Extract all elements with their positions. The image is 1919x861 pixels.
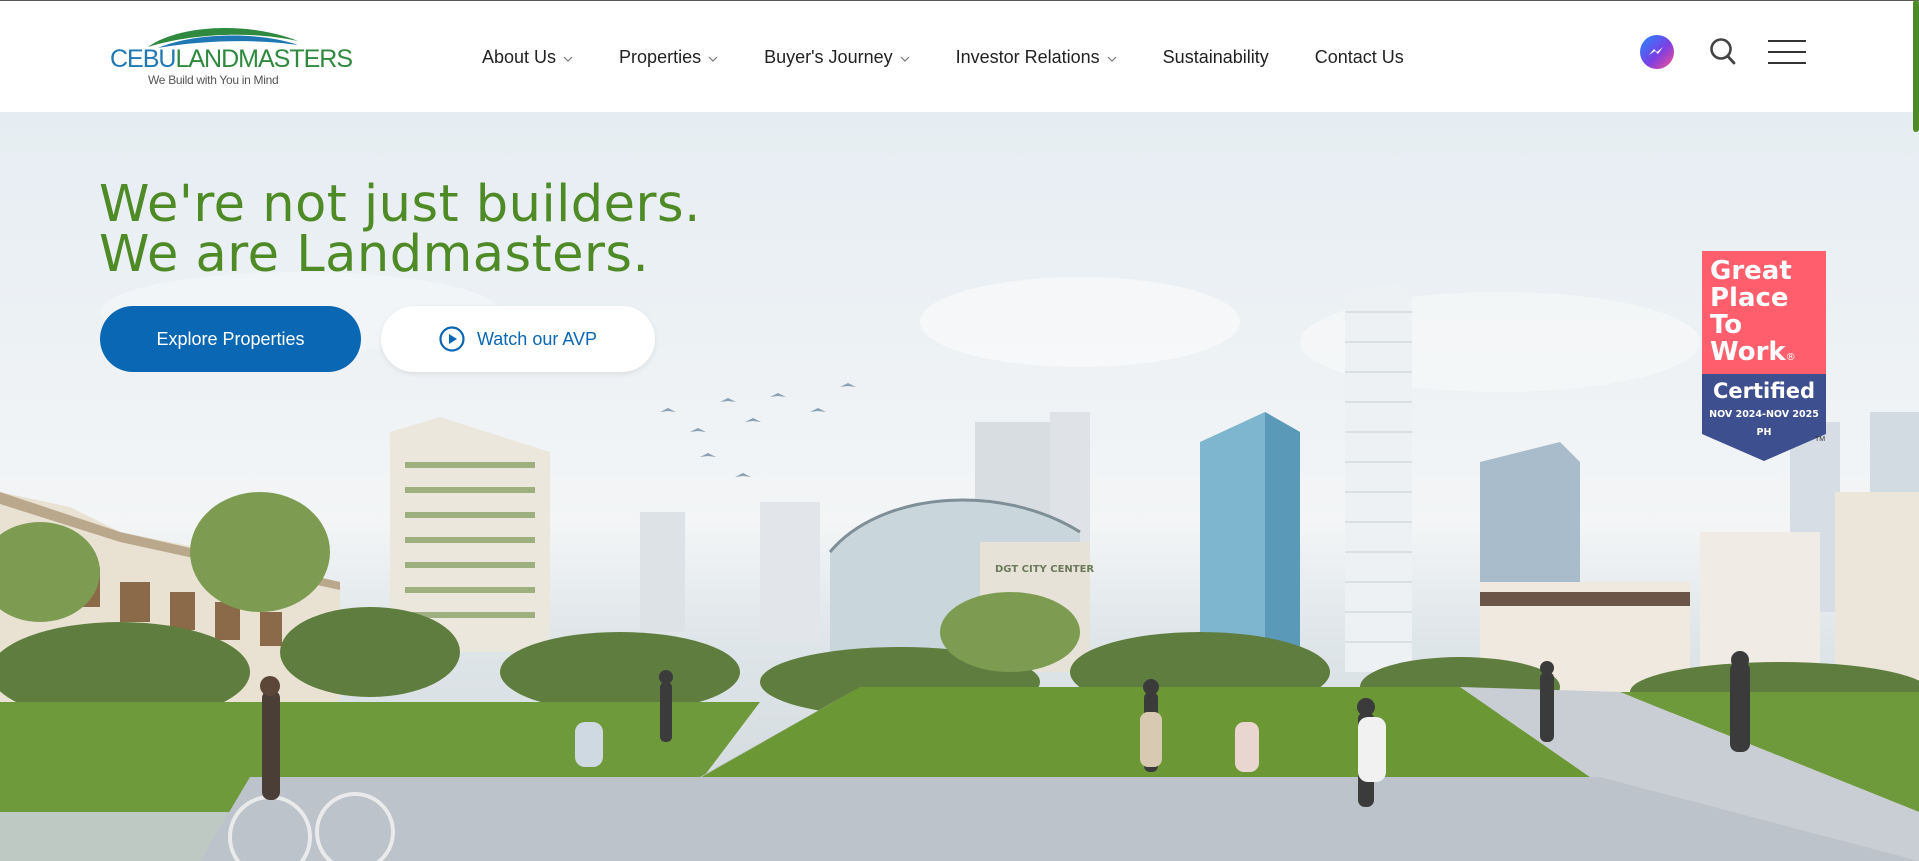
nav-investor-relations-label: Investor Relations (955, 46, 1100, 67)
badge-line-to: To (1710, 310, 1743, 340)
cebu-landmasters-logo[interactable]: CEBULANDMASTERS We Build with You in Min… (108, 23, 353, 89)
hero-headline-line2: We are Landmasters. (99, 225, 650, 284)
chevron-down-icon (900, 47, 910, 68)
great-place-to-work-badge[interactable]: Great Place To Work® Certified NOV 2024-… (1702, 251, 1826, 461)
page-scrollbar[interactable] (1913, 0, 1919, 861)
logo-wordmark: CEBULANDMASTERS (110, 45, 353, 74)
logo-tagline: We Build with You in Mind (148, 73, 279, 87)
building-sign: DGT CITY CENTER (995, 564, 1094, 575)
nav-properties-label: Properties (619, 46, 702, 67)
site-header: CEBULANDMASTERS We Build with You in Min… (0, 0, 1919, 112)
scrollbar-thumb[interactable] (1913, 0, 1919, 132)
nav-sustainability-label: Sustainability (1162, 46, 1269, 67)
hero-banner: DGT CITY CENTER We're not just builders.… (0, 112, 1919, 861)
nav-about-us-label: About Us (482, 46, 557, 67)
hamburger-menu-icon[interactable] (1768, 38, 1806, 66)
nav-properties[interactable]: Properties (619, 47, 718, 68)
menu-line (1768, 51, 1806, 53)
nav-sustainability[interactable]: Sustainability (1163, 47, 1269, 68)
messenger-icon[interactable] (1640, 35, 1674, 69)
nav-about-us[interactable]: About Us (482, 47, 573, 68)
chevron-down-icon (1107, 47, 1117, 68)
nav-contact-us-label: Contact Us (1314, 46, 1404, 67)
logo-word-landmasters: LANDMASTERS (175, 45, 353, 73)
nav-buyers-journey[interactable]: Buyer's Journey (764, 47, 910, 68)
badge-line-work: Work (1710, 337, 1786, 367)
badge-certified: Certified (1712, 379, 1816, 403)
nav-investor-relations[interactable]: Investor Relations (956, 47, 1117, 68)
main-navigation: About Us Properties Buyer's Journey Inve… (482, 1, 1404, 113)
nav-contact-us[interactable]: Contact Us (1315, 47, 1404, 68)
menu-line (1768, 62, 1806, 64)
explore-properties-button[interactable]: Explore Properties (100, 306, 361, 372)
badge-trademark: TM (1815, 436, 1826, 443)
explore-properties-label: Explore Properties (156, 328, 305, 349)
menu-line (1768, 40, 1806, 42)
chevron-down-icon (708, 47, 718, 68)
watch-avp-button[interactable]: Watch our AVP (381, 306, 655, 372)
hero-headline-line1: We're not just builders. (99, 175, 701, 234)
badge-line-place: Place (1710, 283, 1789, 313)
badge-country: PH (1756, 427, 1772, 438)
search-icon[interactable] (1709, 37, 1737, 67)
badge-title: Great Place To Work® (1702, 251, 1826, 374)
badge-registered-mark: ® (1785, 352, 1796, 363)
badge-dates: NOV 2024-NOV 2025 (1709, 409, 1819, 420)
play-circle-icon (439, 326, 465, 352)
chevron-down-icon (563, 47, 573, 68)
logo-word-cebu: CEBU (110, 45, 176, 73)
nav-buyers-journey-label: Buyer's Journey (764, 46, 893, 67)
badge-line-great: Great (1710, 256, 1792, 286)
watch-avp-label: Watch our AVP (476, 328, 598, 349)
hero-headline: We're not just builders. We are Landmast… (99, 175, 701, 284)
